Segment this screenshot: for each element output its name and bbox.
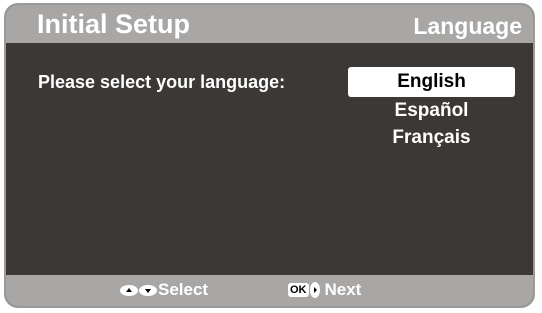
- next-hint-label: Next: [324, 280, 362, 299]
- page-title: Initial Setup: [37, 9, 191, 39]
- header-bar: Initial Setup Language: [6, 5, 533, 43]
- footer-bar: Select OK Next: [6, 275, 533, 306]
- language-list: English Español Français: [348, 67, 515, 151]
- language-option-francais[interactable]: Français: [348, 124, 515, 151]
- next-hint: OK Next: [288, 280, 361, 300]
- setup-screen: Initial Setup Language Please select you…: [4, 3, 535, 308]
- select-hint: Select: [120, 280, 208, 300]
- language-prompt: Please select your language:: [38, 72, 286, 92]
- select-hint-label: Select: [158, 280, 209, 299]
- up-arrow-icon: [120, 284, 138, 296]
- section-title: Language: [413, 13, 522, 39]
- right-arrow-icon: [309, 282, 320, 298]
- ok-key-icon: OK: [288, 283, 309, 297]
- language-option-espanol[interactable]: Español: [348, 97, 515, 124]
- down-arrow-icon: [139, 284, 157, 296]
- language-option-english[interactable]: English: [348, 67, 515, 97]
